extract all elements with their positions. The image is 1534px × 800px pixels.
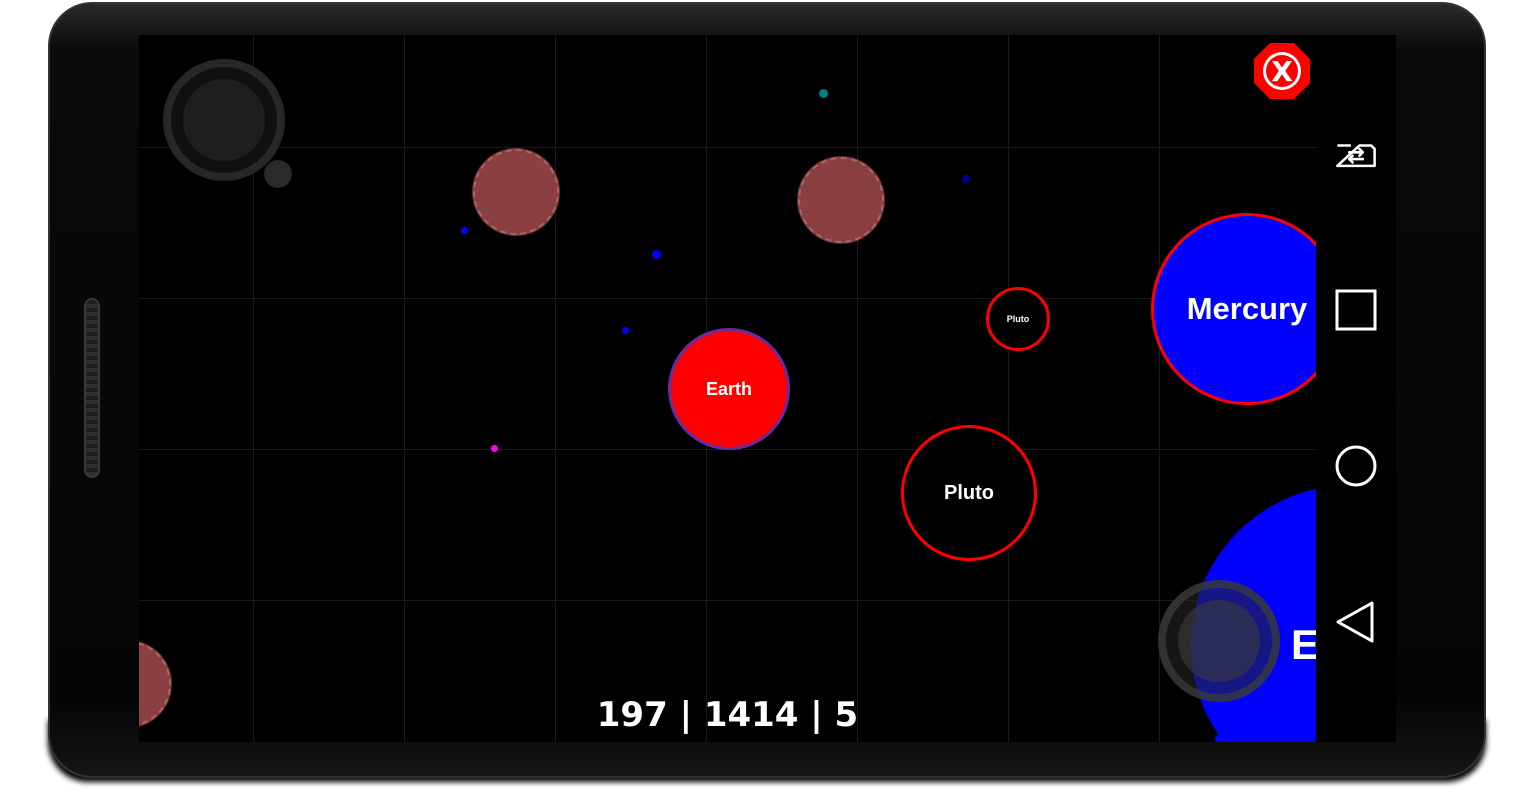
svg-text:X: X	[1271, 55, 1293, 88]
cell-label: E	[1291, 621, 1320, 668]
rotate-button[interactable]	[1334, 132, 1378, 176]
close-x-icon: X	[1254, 43, 1310, 99]
food-pellet	[491, 445, 498, 452]
back-button[interactable]	[1334, 600, 1378, 644]
score-display: 197 | 1414 | 5	[596, 695, 859, 735]
joystick-knob[interactable]	[183, 79, 265, 161]
cell-label: Earth	[705, 378, 752, 399]
food-pellet	[652, 250, 661, 259]
virus	[473, 149, 559, 235]
back-triangle-icon	[1336, 601, 1374, 643]
cell-earth: Earth	[668, 328, 790, 450]
grid-line	[555, 35, 556, 742]
cell-label: Mercury	[1186, 291, 1308, 326]
home-button[interactable]	[1334, 444, 1378, 488]
grid-line	[404, 35, 405, 742]
recents-button[interactable]	[1334, 288, 1378, 332]
recents-square-icon	[1335, 289, 1377, 331]
cell-pluto-small: Pluto	[986, 287, 1050, 351]
food-pellet	[819, 89, 828, 98]
grid-line	[857, 35, 858, 742]
cell-label: Pluto	[1006, 314, 1030, 324]
virus	[798, 157, 884, 243]
cell-label: Pluto	[944, 481, 994, 504]
action-joystick-knob[interactable]	[1178, 600, 1260, 682]
food-pellet	[461, 227, 468, 234]
food-pellet	[622, 327, 629, 334]
close-button[interactable]: X	[1250, 39, 1314, 103]
cell-pluto: Pluto	[901, 425, 1037, 561]
joystick-dot	[264, 160, 292, 188]
home-circle-icon	[1335, 445, 1377, 487]
rotate-screen-icon	[1336, 144, 1376, 168]
food-pellet	[962, 175, 970, 183]
game-screen[interactable]: Earth Pluto Pluto Mercury E 197 | 1414 |…	[139, 35, 1396, 742]
grid-line	[1008, 35, 1009, 742]
speaker-grill	[84, 298, 100, 478]
grid-line	[139, 147, 1396, 148]
cell-mercury: Mercury	[1151, 213, 1343, 405]
system-navbar	[1316, 35, 1396, 742]
grid-line	[139, 449, 1396, 450]
